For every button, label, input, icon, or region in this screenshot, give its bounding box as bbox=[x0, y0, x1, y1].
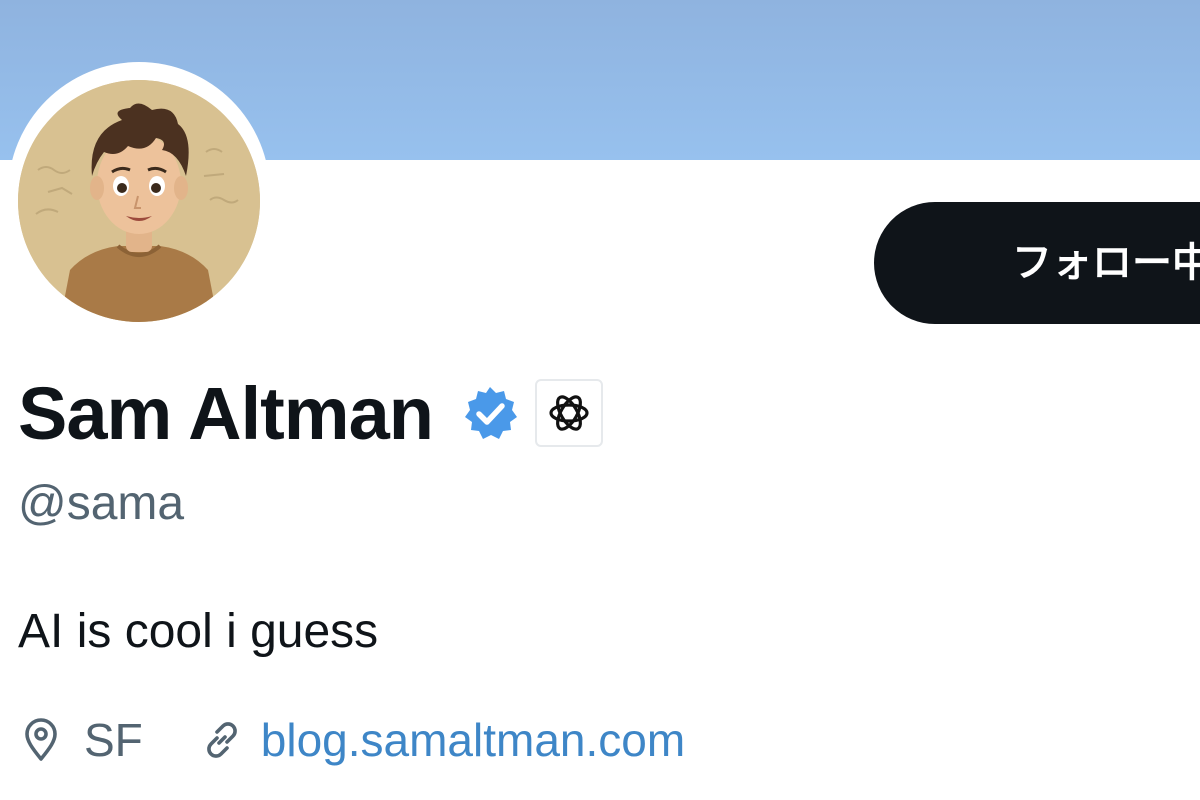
profile-page: フォロー中 Sam Altman @sama AI is cool i gues… bbox=[0, 0, 1200, 800]
verified-badge-icon[interactable] bbox=[461, 384, 519, 442]
username-handle: @sama bbox=[18, 477, 185, 530]
display-name: Sam Altman bbox=[18, 371, 434, 455]
profile-location: SF bbox=[84, 714, 143, 766]
link-icon bbox=[199, 717, 245, 763]
profile-website-link[interactable]: blog.samaltman.com bbox=[261, 713, 685, 767]
openai-logo-icon[interactable] bbox=[534, 379, 603, 447]
location-pin-icon bbox=[18, 717, 64, 763]
avatar[interactable] bbox=[18, 80, 260, 322]
profile-bio: AI is cool i guess bbox=[18, 605, 379, 658]
following-button[interactable]: フォロー中 bbox=[874, 202, 1200, 324]
avatar-illustration bbox=[18, 80, 260, 322]
name-row: Sam Altman bbox=[18, 368, 603, 458]
profile-meta: SF blog.samaltman.com bbox=[18, 708, 685, 772]
